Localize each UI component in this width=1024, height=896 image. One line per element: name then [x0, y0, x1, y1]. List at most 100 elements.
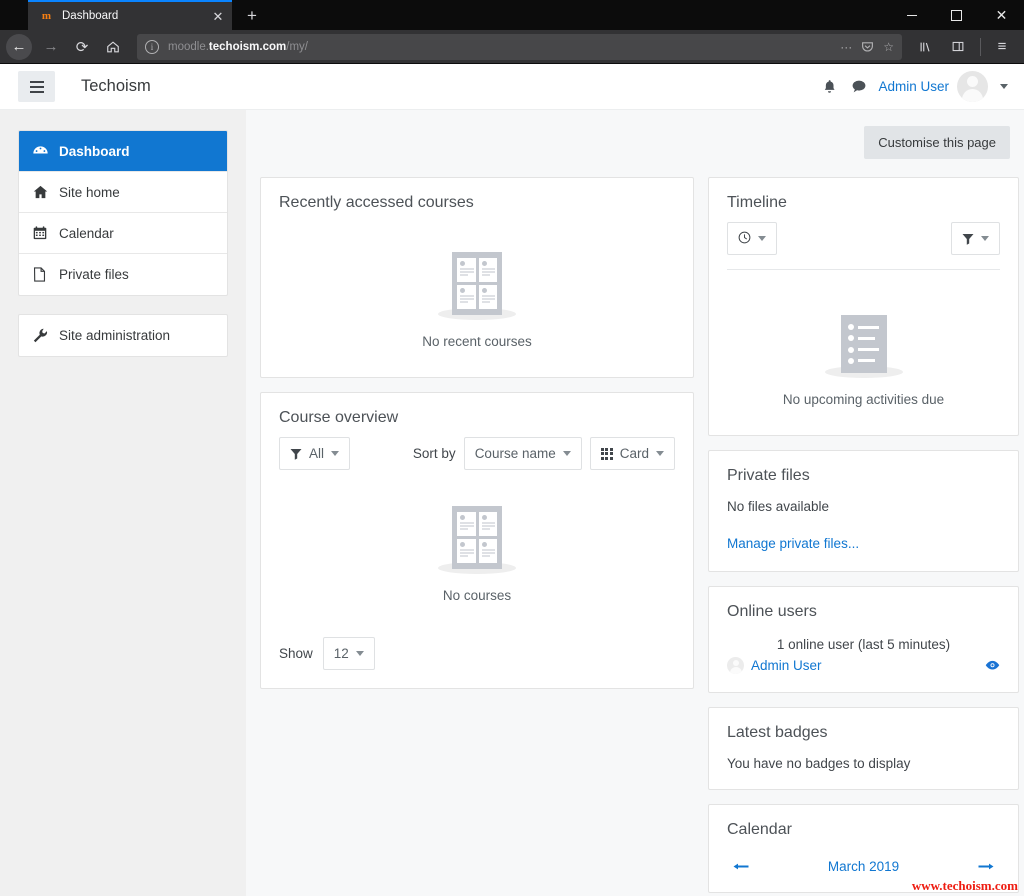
page-actions-icon[interactable]: ···	[840, 40, 852, 54]
site-header: Techoism Admin User	[0, 64, 1024, 110]
navbar-right-icons: ≡	[910, 33, 1018, 61]
private-files-empty-text: No files available	[727, 499, 830, 514]
activities-placeholder-icon	[727, 300, 1000, 378]
show-count-dropdown[interactable]: 12	[322, 637, 375, 670]
arrow-left-icon[interactable]	[733, 862, 749, 871]
recently-accessed-courses-block: Recently accessed courses No recent cour…	[260, 177, 694, 378]
empty-state: No courses	[279, 470, 675, 613]
url-host: techoism.com	[208, 40, 287, 53]
sidebar-icon[interactable]	[943, 33, 973, 61]
minimize-icon[interactable]	[889, 0, 934, 30]
home-icon[interactable]	[98, 33, 128, 61]
online-users-block: Online users 1 online user (last 5 minut…	[708, 586, 1019, 693]
block-title: Private files	[727, 467, 810, 484]
site-info-icon[interactable]: i	[145, 39, 159, 54]
courses-placeholder-icon	[279, 242, 675, 320]
sidebar-item-label: Private files	[59, 267, 129, 282]
bell-icon[interactable]	[814, 72, 844, 102]
clock-icon	[738, 231, 751, 247]
timeline-block: Timeline No upcoming activities due	[708, 177, 1019, 436]
chevron-down-icon[interactable]	[1000, 84, 1008, 89]
timeline-date-filter-dropdown[interactable]	[727, 222, 777, 255]
timeline-controls	[727, 222, 1000, 255]
header-right: Admin User	[814, 71, 1010, 102]
address-bar[interactable]: i moodle.techoism.com/my/ ··· ☆	[137, 33, 902, 60]
url-text: moodle.techoism.com/my/	[168, 41, 308, 53]
reload-icon[interactable]: ⟳	[67, 33, 97, 61]
empty-state-text: No courses	[442, 588, 512, 603]
tab-title: Dashboard	[62, 10, 119, 22]
courses-placeholder-icon	[279, 496, 675, 574]
page-title: Techoism	[81, 77, 151, 95]
maximize-icon[interactable]	[934, 0, 979, 30]
avatar[interactable]	[957, 71, 988, 102]
main-content: Customise this page Recently accessed co…	[246, 110, 1024, 896]
url-prefix: moodle.	[168, 40, 209, 53]
sidebar-item-label: Site administration	[59, 328, 171, 343]
empty-state-text: No recent courses	[422, 334, 532, 349]
view-mode-value: Card	[619, 446, 649, 461]
moodle-favicon-icon: m	[41, 10, 51, 22]
sidebar-item-calendar[interactable]: Calendar	[19, 213, 227, 254]
dashboard-icon	[33, 145, 55, 158]
site-watermark: www.techoism.com	[911, 878, 1018, 893]
file-icon	[33, 267, 55, 282]
forward-icon[interactable]: →	[36, 33, 66, 61]
sidebar-nav-block: Dashboard Site home Calendar Private fil…	[18, 130, 228, 296]
view-mode-dropdown[interactable]: Card	[589, 437, 675, 470]
sort-dropdown[interactable]: Course name	[463, 437, 582, 470]
empty-state-text: No upcoming activities due	[782, 392, 945, 407]
online-users-count: 1 online user (last 5 minutes)	[776, 637, 951, 652]
sidebar-item-private-files[interactable]: Private files	[19, 254, 227, 295]
course-overview-controls: All Sort by Course name Card	[279, 437, 675, 470]
block-title: Latest badges	[727, 724, 828, 741]
course-filter-dropdown[interactable]: All	[279, 437, 351, 470]
manage-private-files-link[interactable]: Manage private files...	[727, 536, 859, 551]
block-title: Online users	[727, 603, 817, 620]
sidebar-item-dashboard[interactable]: Dashboard	[19, 131, 227, 172]
private-files-block: Private files No files available Manage …	[708, 450, 1019, 572]
show-count-row: Show 12	[279, 637, 675, 670]
sidebar-item-site-administration[interactable]: Site administration	[19, 315, 227, 356]
eye-icon[interactable]	[985, 660, 1000, 671]
customise-page-button[interactable]: Customise this page	[864, 126, 1010, 159]
sort-value: Course name	[474, 446, 556, 461]
calendar-month-label[interactable]: March 2019	[828, 859, 899, 874]
page-body: Dashboard Site home Calendar Private fil…	[0, 110, 1024, 896]
new-tab-button[interactable]: +	[238, 2, 266, 30]
browser-window: m Dashboard ✕ + ✕ ← → ⟳ i moodle.techois…	[0, 0, 1024, 896]
toolbar-divider	[980, 37, 981, 56]
library-icon[interactable]	[910, 33, 940, 61]
menu-icon[interactable]: ≡	[987, 33, 1017, 61]
arrow-right-icon[interactable]	[978, 862, 994, 871]
sort-by-label: Sort by	[412, 446, 456, 461]
chevron-down-icon	[981, 236, 989, 241]
sidebar-admin-block: Site administration	[18, 314, 228, 357]
course-overview-block: Course overview All Sort by Course name …	[260, 392, 694, 689]
online-user-name[interactable]: Admin User	[751, 658, 822, 673]
bookmark-star-icon[interactable]: ☆	[883, 40, 894, 54]
window-controls: ✕	[889, 0, 1024, 30]
browser-titlebar: m Dashboard ✕ + ✕	[0, 0, 1024, 30]
message-icon[interactable]	[844, 72, 874, 102]
username-label[interactable]: Admin User	[878, 79, 949, 94]
sidebar-item-label: Calendar	[59, 225, 114, 241]
chevron-down-icon	[562, 451, 571, 456]
back-icon[interactable]: ←	[6, 33, 32, 60]
browser-tab[interactable]: m Dashboard ✕	[28, 0, 232, 30]
close-icon[interactable]: ✕	[979, 0, 1024, 30]
timeline-activity-filter-dropdown[interactable]	[951, 222, 1000, 255]
list-item[interactable]: Admin User	[727, 657, 1000, 674]
latest-badges-empty-text: You have no badges to display	[727, 756, 911, 771]
chevron-down-icon	[758, 236, 766, 241]
empty-state: No upcoming activities due	[727, 274, 1000, 417]
tab-close-icon[interactable]: ✕	[210, 8, 226, 24]
grid-icon	[600, 447, 613, 460]
calendar-icon	[33, 226, 55, 240]
pocket-icon[interactable]	[861, 40, 874, 53]
customise-row: Customise this page	[260, 126, 1010, 159]
hamburger-icon[interactable]	[18, 71, 55, 102]
sidebar-item-site-home[interactable]: Site home	[19, 172, 227, 213]
chevron-down-icon	[355, 651, 364, 656]
home-icon	[33, 185, 55, 199]
